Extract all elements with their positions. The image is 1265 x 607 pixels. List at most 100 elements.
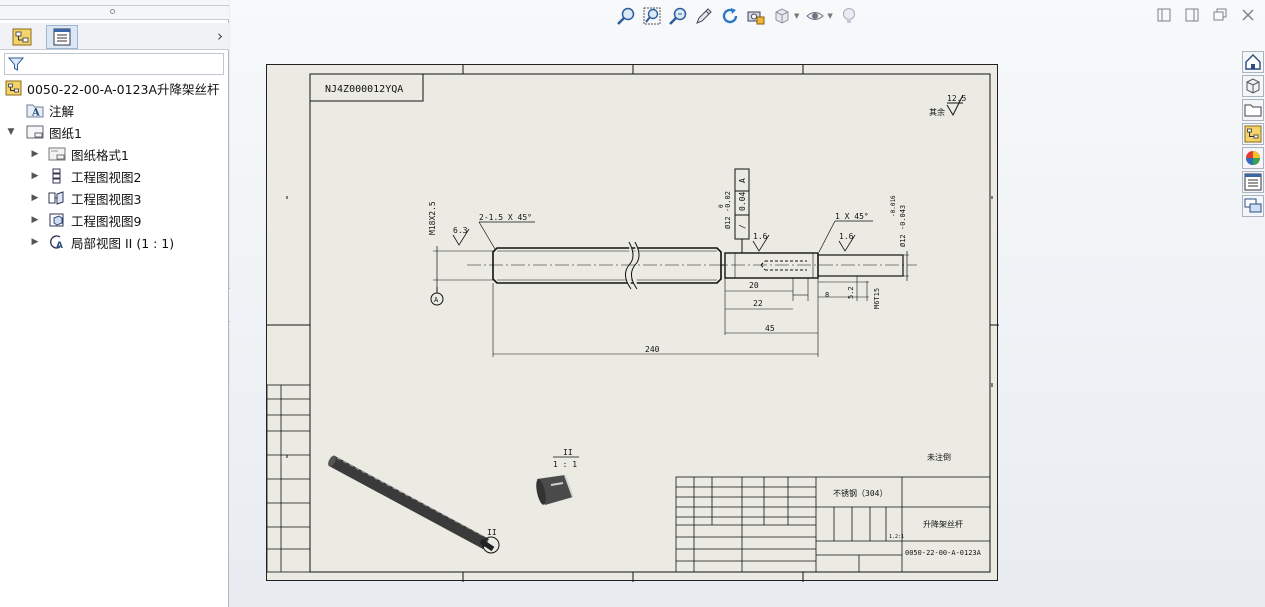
- datum-label: A: [434, 296, 439, 304]
- tree-collapsed-arrow-icon[interactable]: ▶: [30, 232, 40, 252]
- sheet-icon: [26, 125, 44, 139]
- view-settings-button[interactable]: [746, 6, 766, 26]
- tile-right-button[interactable]: [1185, 8, 1199, 22]
- tree-collapsed-arrow-icon[interactable]: ▶: [30, 144, 40, 164]
- view-palette-icon: [1244, 125, 1262, 143]
- svg-text:A: A: [56, 241, 63, 250]
- previous-view-button[interactable]: [668, 6, 688, 26]
- heads-up-toolbar: ▼ ▼: [616, 6, 859, 26]
- tree-item-sheet[interactable]: 图纸1: [26, 122, 82, 142]
- dia-mid-upper-text: 0: [718, 204, 725, 208]
- panel-splitter[interactable]: [0, 6, 229, 20]
- tree-collapsed-arrow-icon[interactable]: ▶: [30, 166, 40, 186]
- dia-right-text: Ø12 -0.043: [899, 205, 907, 247]
- dim-22-text: 22: [753, 299, 763, 308]
- tree-item-root[interactable]: 0050-22-00-A-0123A升降架丝杆: [4, 78, 220, 98]
- dim-240-text: 240: [645, 345, 660, 354]
- tree-view9-label: 工程图视图9: [71, 213, 142, 229]
- drawing-view-icon: [52, 168, 61, 184]
- pen-icon: [696, 8, 712, 24]
- task-forum-button[interactable]: [1242, 195, 1264, 217]
- tile-left-icon: [1157, 8, 1171, 22]
- home-icon: [1245, 54, 1261, 70]
- material-text: 不锈钢（304）: [833, 488, 887, 498]
- chevron-right-icon[interactable]: ›: [217, 27, 223, 45]
- dim-m6-text: M6T15: [873, 288, 881, 309]
- filter-funnel-icon: [8, 57, 24, 71]
- detail-scale-text: 1 : 1: [553, 460, 577, 469]
- tree-filter-input[interactable]: [4, 53, 224, 75]
- tree-sheet-label: 图纸1: [49, 125, 82, 141]
- drawing-canvas: NJ4Z000012YQA 其余 12.5 M18X2.5 A 2-1.5 X …: [267, 65, 999, 582]
- eye-icon: [806, 12, 825, 20]
- restore-icon: [1213, 8, 1227, 21]
- tol-value-text: 0.04: [738, 192, 747, 211]
- tree-collapsed-arrow-icon[interactable]: ▶: [30, 188, 40, 208]
- task-custom-properties-button[interactable]: [1242, 171, 1264, 193]
- task-file-explorer-button[interactable]: [1242, 99, 1264, 121]
- dia-mid-text: Ø12 -0.02: [724, 191, 732, 229]
- dim-20-text: 20: [749, 281, 759, 290]
- lightbulb-icon: [842, 8, 855, 23]
- tree-view3-label: 工程图视图3: [71, 191, 142, 207]
- tech-req-text: 未注倒: [927, 452, 951, 462]
- tab-property-manager[interactable]: [46, 25, 78, 49]
- tree-collapsed-arrow-icon[interactable]: ▶: [30, 210, 40, 230]
- zoom-to-area-button[interactable]: [642, 6, 662, 26]
- zoom-area-icon: [643, 7, 661, 25]
- tree-item-view2[interactable]: 工程图视图2: [48, 166, 141, 186]
- dropdown-arrow-icon[interactable]: ▼: [827, 12, 832, 20]
- tree-item-view3[interactable]: 工程图视图3: [48, 188, 141, 208]
- tree-item-view9[interactable]: 工程图视图9: [48, 210, 141, 230]
- library-icon: [1246, 78, 1260, 94]
- zoom-to-fit-button[interactable]: [616, 6, 636, 26]
- graphics-area[interactable]: ▼ ▼ NJ4Z000012YQA 其余 12.5 M18X2.5 A 2-1.…: [230, 0, 1265, 607]
- tree-item-detail-view[interactable]: A 局部视图 II (1 : 1): [48, 232, 174, 252]
- display-style-button[interactable]: [772, 6, 792, 26]
- window-controls: [1157, 8, 1255, 22]
- rough-right-text: 1.6: [839, 232, 854, 241]
- detail-leader-label: II: [487, 528, 497, 537]
- annotations-folder-icon: A: [26, 104, 44, 119]
- tree-detail-view-label: 局部视图 II (1 : 1): [71, 235, 175, 251]
- dropdown-arrow-icon[interactable]: ▼: [794, 12, 799, 20]
- task-appearances-button[interactable]: [1242, 147, 1264, 169]
- task-view-palette-button[interactable]: [1242, 123, 1264, 145]
- detail-view-part: [536, 474, 574, 505]
- zone-ticks: [267, 65, 999, 582]
- appearance-sphere-icon: [1246, 151, 1260, 165]
- tree-annotations-label: 注解: [49, 103, 75, 119]
- splitter-grip-icon: [110, 9, 115, 14]
- tree-expand-arrow-icon[interactable]: ▼: [6, 122, 16, 142]
- close-icon: [1242, 9, 1254, 21]
- scene-button[interactable]: [839, 6, 859, 26]
- tree-item-annotations[interactable]: A 注解: [26, 100, 74, 120]
- tree-sheet-format-label: 图纸格式1: [71, 147, 129, 163]
- hide-show-button[interactable]: [805, 6, 825, 26]
- custom-properties-icon: [1244, 173, 1262, 191]
- rotate-view-button[interactable]: [720, 6, 740, 26]
- task-design-library-button[interactable]: [1242, 75, 1264, 97]
- solidworks-window: › 0050-22-00-A-0123A升降架丝杆 A 注解 ▼ 图纸1 ▶ 图…: [0, 0, 1265, 607]
- rotate-icon: [722, 8, 738, 24]
- tree-item-sheet-format[interactable]: 图纸格式1: [48, 144, 129, 164]
- close-button[interactable]: [1241, 8, 1255, 22]
- drawing-document-icon: [5, 80, 21, 96]
- revision-block: [267, 384, 311, 573]
- drawing-sheet[interactable]: NJ4Z000012YQA 其余 12.5 M18X2.5 A 2-1.5 X …: [266, 64, 999, 582]
- tree-root-label: 0050-22-00-A-0123A升降架丝杆: [27, 81, 220, 97]
- folder-icon: [1244, 104, 1262, 117]
- tree-view2-label: 工程图视图2: [71, 169, 142, 185]
- chamfer-left-text: 2-1.5 X 45°: [479, 213, 532, 222]
- model-view-icon: [49, 213, 64, 227]
- restore-button[interactable]: [1213, 8, 1227, 22]
- rough-mid-text: 1.6: [753, 232, 768, 241]
- part-name-text: 升降架丝杆: [923, 519, 963, 529]
- sketch-tool-button[interactable]: [694, 6, 714, 26]
- svg-text:A: A: [31, 108, 40, 119]
- drawing-no-text: 0050-22-00-A-0123A: [905, 549, 982, 557]
- tile-left-button[interactable]: [1157, 8, 1171, 22]
- tile-right-icon: [1185, 8, 1199, 22]
- task-home-button[interactable]: [1242, 51, 1264, 73]
- tab-feature-manager[interactable]: [6, 25, 38, 49]
